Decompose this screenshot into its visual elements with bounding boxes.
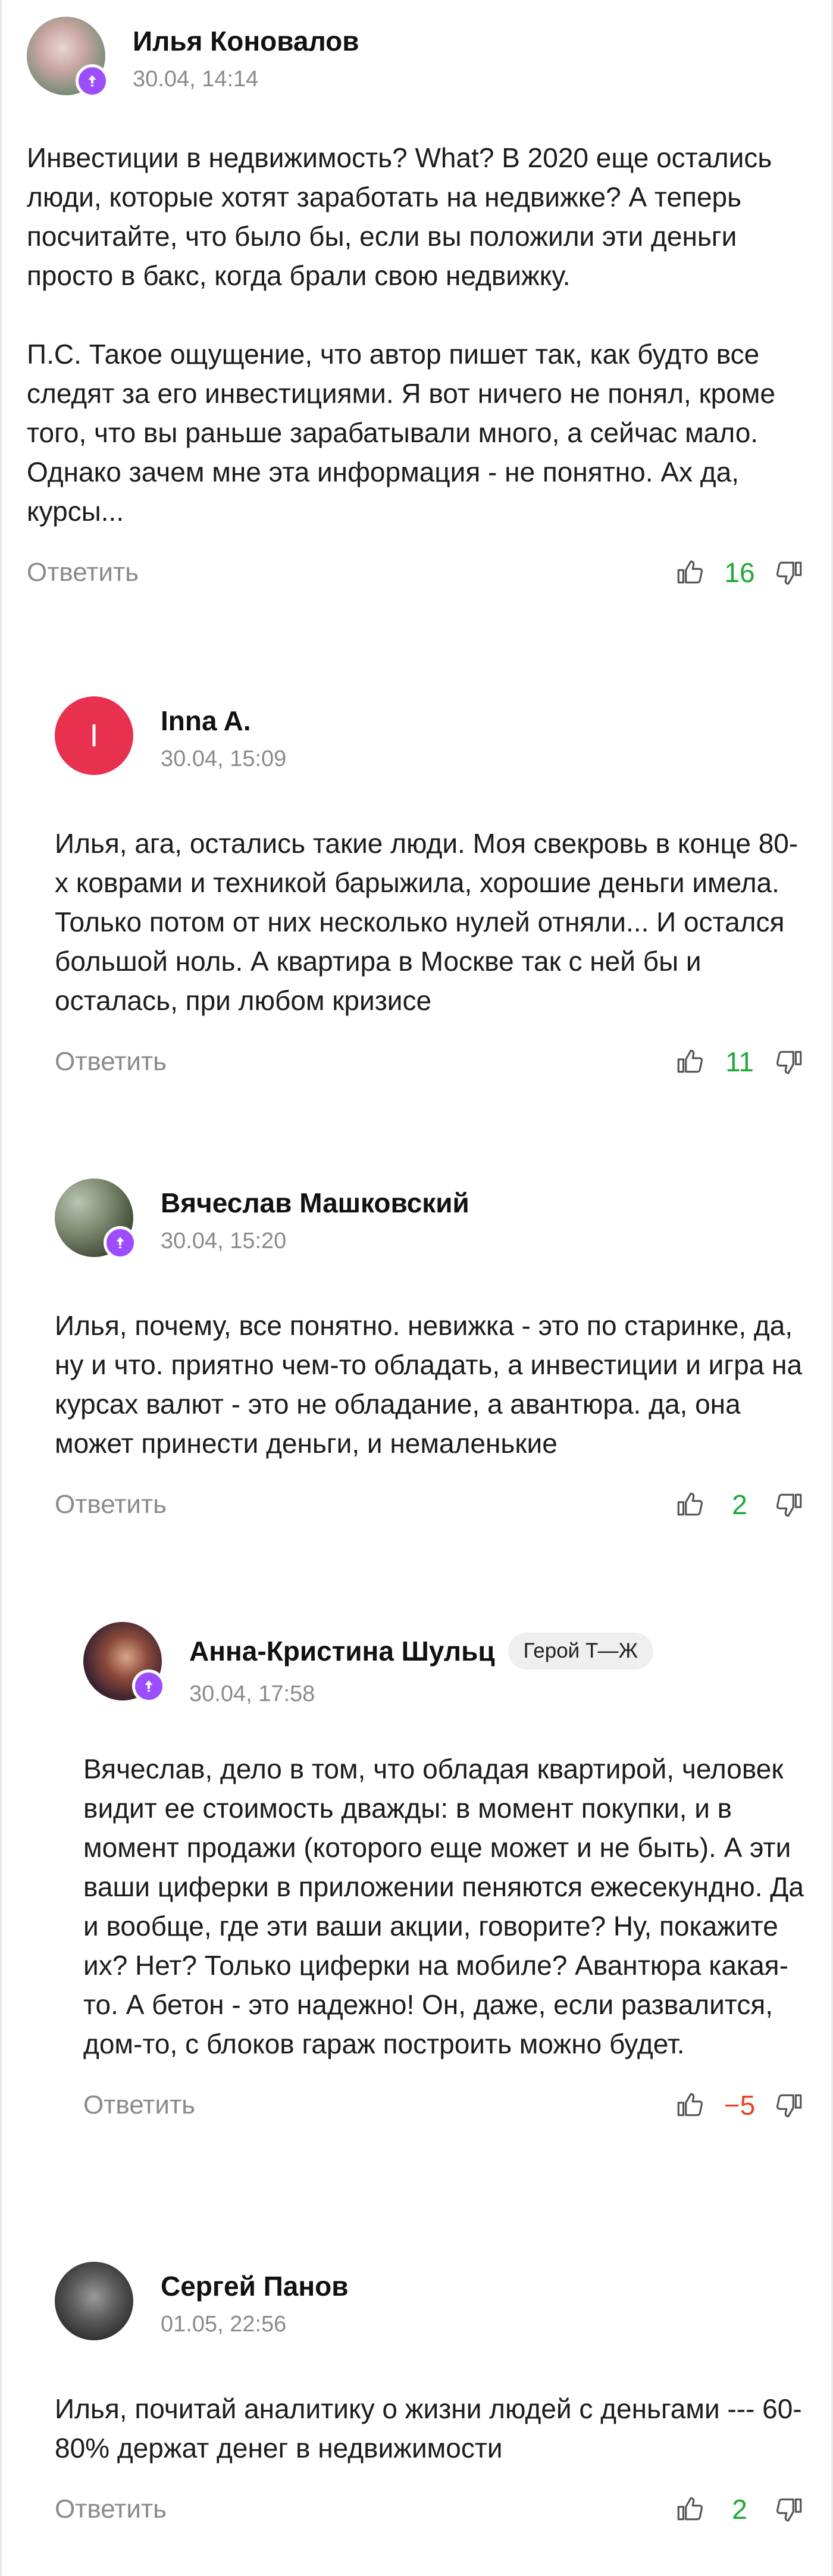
comment-actions: Ответить 11 bbox=[55, 1044, 806, 1080]
pro-badge-icon bbox=[76, 64, 109, 98]
reply-button[interactable]: Ответить bbox=[55, 1047, 167, 1077]
thumbs-up-icon[interactable] bbox=[673, 1045, 706, 1078]
comment-text: Илья, ага, остались такие люди. Моя свек… bbox=[55, 828, 798, 1016]
author-name[interactable]: Вячеслав Машковский bbox=[161, 1189, 469, 1217]
pro-badge-icon bbox=[104, 1226, 137, 1259]
comment-time[interactable]: 01.05, 22:56 bbox=[161, 2313, 349, 2336]
comment-actions: Ответить 2 bbox=[55, 1487, 806, 1523]
reply-button[interactable]: Ответить bbox=[55, 1490, 167, 1520]
avatar[interactable] bbox=[55, 2262, 133, 2340]
avatar[interactable] bbox=[83, 1622, 165, 1703]
avatar[interactable] bbox=[55, 1178, 137, 1259]
comment-time[interactable]: 30.04, 14:14 bbox=[133, 68, 359, 90]
vote-controls: 16 bbox=[673, 556, 806, 589]
comment-time[interactable]: 30.04, 17:58 bbox=[189, 1683, 653, 1705]
comment-reply: I Inna A. 30.04, 15:09 Илья, ага, остали… bbox=[55, 696, 806, 1080]
vote-controls: 2 bbox=[673, 1488, 806, 1521]
pro-badge-icon bbox=[132, 1670, 165, 1703]
avatar[interactable] bbox=[27, 17, 109, 98]
reply-button[interactable]: Ответить bbox=[27, 558, 139, 587]
vote-score: −5 bbox=[724, 2090, 756, 2121]
author-name[interactable]: Inna A. bbox=[161, 707, 251, 734]
comment-time[interactable]: 30.04, 15:20 bbox=[161, 1230, 469, 1252]
thumbs-down-icon[interactable] bbox=[773, 2493, 806, 2526]
thumbs-down-icon[interactable] bbox=[773, 1045, 806, 1078]
author-name[interactable]: Анна-Кристина Шульц bbox=[189, 1637, 495, 1665]
comment-header: I Inna A. 30.04, 15:09 bbox=[55, 696, 806, 786]
comment-header: Вячеслав Машковский 30.04, 15:20 bbox=[55, 1178, 806, 1268]
hero-tag[interactable]: Герой Т—Ж bbox=[508, 1633, 653, 1670]
author-name[interactable]: Сергей Панов bbox=[161, 2272, 349, 2300]
vote-score: 16 bbox=[724, 557, 755, 588]
vote-controls: −5 bbox=[673, 2089, 806, 2122]
comment-header: Анна-Кристина Шульц Герой Т—Ж 30.04, 17:… bbox=[83, 1622, 806, 1711]
comment-reply: Вячеслав Машковский 30.04, 15:20 Илья, п… bbox=[55, 1178, 806, 1523]
avatar-letter: I bbox=[89, 718, 99, 754]
comment-header: Сергей Панов 01.05, 22:56 bbox=[55, 2262, 806, 2351]
thumbs-up-icon[interactable] bbox=[673, 2089, 706, 2122]
comment-actions: Ответить −5 bbox=[83, 2087, 806, 2123]
thumbs-up-icon[interactable] bbox=[673, 1488, 706, 1521]
comment-reply: Сергей Панов 01.05, 22:56 Илья, почитай … bbox=[55, 2262, 806, 2527]
avatar[interactable]: I bbox=[55, 696, 133, 775]
comment-reply: Анна-Кристина Шульц Герой Т—Ж 30.04, 17:… bbox=[83, 1622, 806, 2123]
vote-score: 2 bbox=[732, 1489, 747, 1520]
comment-actions: Ответить 16 bbox=[27, 555, 806, 590]
comment-text: Вячеслав, дело в том, что обладая кварти… bbox=[83, 1753, 804, 2059]
author-name[interactable]: Илья Коновалов bbox=[133, 27, 359, 55]
thumbs-down-icon[interactable] bbox=[773, 2089, 806, 2122]
vote-controls: 11 bbox=[673, 1045, 806, 1078]
comment-text: Илья, почитай аналитику о жизни людей с … bbox=[55, 2393, 802, 2464]
vote-score: 2 bbox=[732, 2494, 747, 2525]
thumbs-up-icon[interactable] bbox=[673, 2493, 706, 2526]
comment-time[interactable]: 30.04, 15:09 bbox=[161, 748, 286, 770]
reply-button[interactable]: Ответить bbox=[83, 2090, 195, 2120]
comment-actions: Ответить 2 bbox=[55, 2491, 806, 2527]
comment: Илья Коновалов 30.04, 14:14 Инвестиции в… bbox=[27, 17, 806, 590]
vote-controls: 2 bbox=[673, 2493, 806, 2526]
comment-header: Илья Коновалов 30.04, 14:14 bbox=[27, 17, 806, 106]
thumbs-down-icon[interactable] bbox=[773, 556, 806, 589]
reply-button[interactable]: Ответить bbox=[55, 2494, 167, 2524]
thumbs-up-icon[interactable] bbox=[673, 556, 706, 589]
vote-score: 11 bbox=[725, 1046, 754, 1077]
thumbs-down-icon[interactable] bbox=[773, 1488, 806, 1521]
comment-text: Инвестиции в недвижимость? What? В 2020 … bbox=[27, 142, 775, 527]
left-border bbox=[0, 0, 2, 2576]
comment-text: Илья, почему, все понятно. невижка - это… bbox=[55, 1310, 803, 1459]
